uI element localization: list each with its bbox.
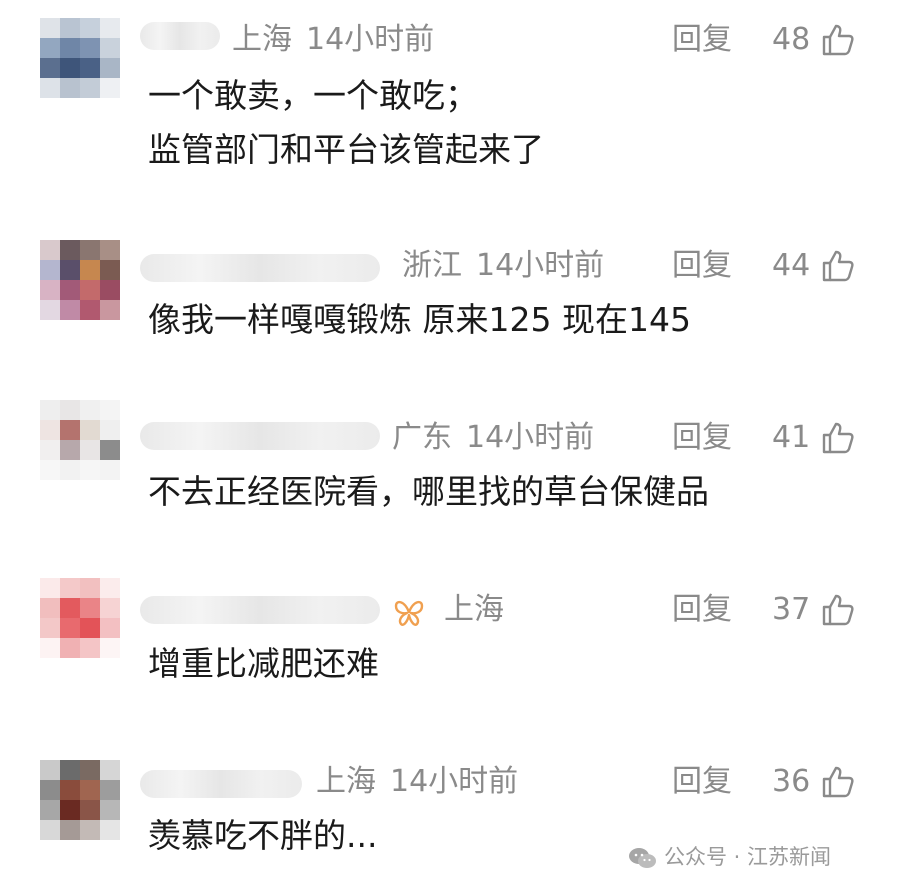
- like-count: 36: [772, 764, 811, 799]
- like-count: 37: [772, 592, 811, 627]
- username-blurred[interactable]: [140, 596, 380, 624]
- watermark: 公众号 · 江苏新闻: [628, 842, 831, 872]
- comment-meta: 上海 14小时前: [232, 22, 434, 58]
- comment-meta: 上海 14小时前: [316, 764, 518, 800]
- reply-button[interactable]: 回复: [672, 248, 732, 284]
- username-blurred[interactable]: [140, 770, 302, 798]
- thumbs-up-icon[interactable]: [820, 22, 856, 58]
- reply-button[interactable]: 回复: [672, 420, 732, 456]
- comment-location: 浙江: [402, 248, 462, 283]
- comment-text-line: 监管部门和平台该管起来了: [148, 130, 544, 169]
- thumbs-up-icon[interactable]: [820, 592, 856, 628]
- comment-text-line: 一个敢卖，一个敢吃；: [148, 76, 478, 115]
- like-count: 44: [772, 248, 811, 283]
- comment-time: 14小时前: [476, 248, 605, 283]
- thumbs-up-icon[interactable]: [820, 764, 856, 800]
- watermark-text: 公众号 · 江苏新闻: [664, 845, 832, 869]
- avatar[interactable]: [40, 400, 120, 480]
- comment-list: 上海 14小时前 回复 48 一个敢卖，一个敢吃； 监管部门和平台该管起来了 浙江…: [0, 0, 897, 893]
- comment-text-line: 像我一样嘎嘎锻炼 原来125 现在145: [148, 300, 691, 339]
- comment-location: 上海: [232, 22, 292, 57]
- reply-button[interactable]: 回复: [672, 22, 732, 58]
- comment-meta: 上海: [444, 592, 504, 628]
- butterfly-badge-icon: [394, 600, 424, 626]
- comment-text-line: 羡慕吃不胖的...: [148, 816, 378, 855]
- thumbs-up-icon[interactable]: [820, 248, 856, 284]
- username-blurred[interactable]: [140, 254, 380, 282]
- avatar[interactable]: [40, 760, 120, 840]
- username-blurred[interactable]: [140, 22, 220, 50]
- comment-meta: 广东 14小时前: [392, 420, 594, 456]
- comment-location: 上海: [444, 592, 504, 627]
- reply-button[interactable]: 回复: [672, 592, 732, 628]
- wechat-icon: [629, 848, 656, 868]
- comment-text-line: 增重比减肥还难: [148, 644, 379, 683]
- comment-time: 14小时前: [390, 764, 519, 799]
- comment-meta: 浙江 14小时前: [402, 248, 604, 284]
- comment-time: 14小时前: [466, 420, 595, 455]
- thumbs-up-icon[interactable]: [820, 420, 856, 456]
- comment-location: 上海: [316, 764, 376, 799]
- comment-text-line: 不去正经医院看，哪里找的草台保健品: [148, 472, 709, 511]
- like-count: 48: [772, 22, 811, 57]
- reply-button[interactable]: 回复: [672, 764, 732, 800]
- avatar[interactable]: [40, 578, 120, 658]
- comment-location: 广东: [392, 420, 452, 455]
- username-blurred[interactable]: [140, 422, 380, 450]
- avatar[interactable]: [40, 18, 120, 98]
- comment-time: 14小时前: [306, 22, 435, 57]
- avatar[interactable]: [40, 240, 120, 320]
- like-count: 41: [772, 420, 811, 455]
